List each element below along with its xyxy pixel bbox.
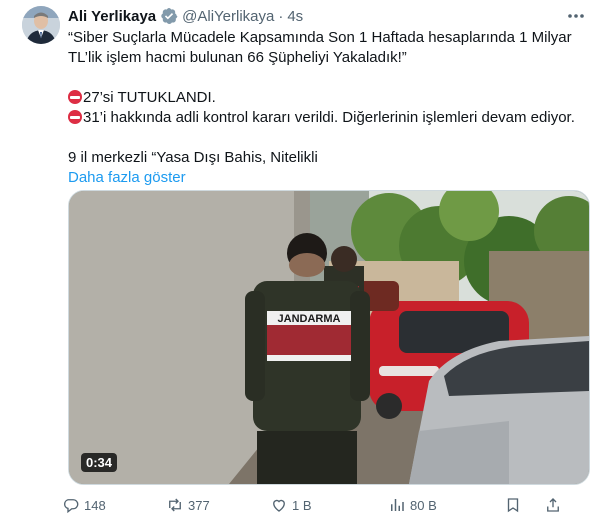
tweet[interactable]: Ali Yerlikaya @AliYerlikaya · 4s “Siber … (0, 0, 606, 517)
tweet-text: “Siber Suçlarla Mücadele Kapsamında Son … (68, 28, 588, 188)
views-chart-icon (391, 499, 404, 511)
author-handle[interactable]: @AliYerlikaya (182, 8, 274, 25)
action-bar: 148 377 1 B 80 B (62, 494, 592, 516)
avatar-image (22, 6, 60, 44)
verified-badge-icon (160, 7, 178, 25)
no-entry-emoji-icon (68, 90, 82, 104)
reply-icon (64, 499, 79, 514)
repost-button[interactable]: 377 (166, 496, 270, 514)
reply-button[interactable]: 148 (62, 496, 166, 514)
more-options-icon[interactable] (566, 8, 586, 24)
video-thumbnail: JANDARMA (69, 191, 589, 484)
reply-count: 148 (84, 497, 106, 513)
like-button[interactable]: 1 B (270, 496, 388, 514)
tweet-line-arrested: 27’si TUTUKLANDI. (68, 88, 588, 108)
share-icon (547, 498, 559, 512)
repost-icon (169, 498, 181, 512)
bookmark-button[interactable] (504, 496, 544, 514)
heart-icon (273, 499, 285, 512)
header-separator: · (278, 7, 284, 25)
arrested-text: 27’si TUTUKLANDI. (83, 89, 216, 106)
repost-count: 377 (188, 497, 210, 513)
bookmark-icon (507, 498, 519, 513)
video-duration: 0:34 (81, 453, 118, 472)
tweet-line-judicial: 31’i hakkında adli kontrol kararı verild… (68, 108, 588, 128)
avatar[interactable] (22, 6, 60, 44)
tweet-header: Ali Yerlikaya @AliYerlikaya · 4s (68, 6, 586, 26)
no-entry-emoji-icon (68, 110, 82, 124)
video-player[interactable]: JANDARMA 0:34 (68, 190, 590, 485)
tweet-headline: “Siber Suçlarla Mücadele Kapsamında Son … (68, 29, 572, 66)
author-name[interactable]: Ali Yerlikaya (68, 8, 156, 25)
like-count: 1 B (292, 497, 312, 513)
tweet-line-centers: 9 il merkezli “Yasa Dışı Bahis, Nitelikl… (68, 149, 318, 166)
judicial-text: 31’i hakkında adli kontrol kararı verild… (83, 109, 575, 126)
views-button[interactable]: 80 B (388, 496, 504, 514)
view-count: 80 B (410, 497, 437, 513)
show-more-link[interactable]: Daha fazla göster (68, 169, 186, 186)
vest-label: JANDARMA (278, 313, 341, 325)
share-button[interactable] (544, 496, 574, 514)
timestamp[interactable]: 4s (287, 8, 303, 25)
